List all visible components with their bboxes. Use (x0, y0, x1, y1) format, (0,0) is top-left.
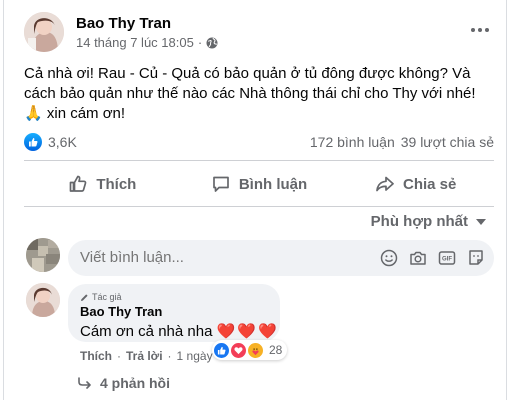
reaction-count[interactable]: 3,6K (48, 134, 77, 150)
svg-text:GIF: GIF (442, 257, 452, 263)
post-text-line3-wrap: 🙏 xin cám ơn! (24, 104, 494, 124)
comment-count[interactable]: 172 bình luận (310, 134, 395, 150)
post-card: Bao Thy Tran 14 tháng 7 lúc 18:05 · Cả n… (3, 0, 507, 400)
post-timestamp[interactable]: 14 tháng 7 lúc 18:05 (76, 35, 194, 50)
comment-meta: Thích · Trả lời · 1 ngày (80, 349, 213, 363)
camera-icon[interactable] (408, 248, 428, 268)
globe-icon (206, 37, 218, 48)
comment-author-name[interactable]: Bao Thy Tran (80, 304, 162, 319)
comment-meta-dot2: · (167, 349, 172, 363)
post-author-name[interactable]: Bao Thy Tran (76, 15, 171, 32)
post-header: Bao Thy Tran 14 tháng 7 lúc 18:05 · (24, 12, 494, 56)
comment-time[interactable]: 1 ngày (177, 349, 213, 363)
sort-label: Phù hợp nhất (370, 213, 468, 230)
comment-author-avatar[interactable] (26, 283, 60, 317)
author-avatar[interactable] (24, 12, 64, 52)
comment-label: Bình luận (238, 175, 308, 193)
share-icon (376, 176, 394, 192)
post-text-line1: Cả nhà ơi! Rau - Củ - Quả có bảo quản ở … (24, 65, 471, 82)
post-text-line3: xin cám ơn! (46, 105, 126, 122)
share-button[interactable]: Chia sẻ (337, 162, 494, 206)
author-badge-label: Tác giả (92, 292, 122, 302)
viewer-avatar (26, 238, 60, 272)
comment-like-link[interactable]: Thích (80, 349, 112, 363)
meta-separator: · (197, 35, 203, 50)
comment-composer[interactable]: GIF (68, 240, 494, 276)
reply-arrow-icon (78, 377, 91, 389)
more-icon[interactable] (466, 20, 494, 40)
pray-emoji: 🙏 (24, 105, 43, 122)
comment-message: Cám ơn cả nhà nha (80, 323, 213, 340)
divider-top (24, 160, 494, 161)
comment-meta-dot1: · (117, 349, 121, 363)
gif-icon[interactable]: GIF (437, 248, 457, 268)
caret-down-icon (476, 218, 486, 225)
divider-bottom (24, 206, 494, 207)
composer-icons: GIF (379, 248, 486, 268)
post-body: Cả nhà ơi! Rau - Củ - Quả có bảo quản ở … (24, 64, 494, 124)
comment-icon (212, 176, 229, 192)
like-button[interactable]: Thích (24, 162, 181, 206)
love-reaction-icon (231, 342, 246, 358)
share-count[interactable]: 39 lượt chia sẻ (401, 134, 494, 150)
comment-sort-dropdown[interactable]: Phù hợp nhất (371, 213, 486, 230)
comment-text: Cám ơn cả nhà nha ❤️❤️❤️ (80, 322, 279, 340)
comment-reply-link[interactable]: Trả lời (126, 349, 163, 363)
pencil-icon (81, 293, 88, 301)
post-text-line2: cách bảo quản như thế nào các Nhà thông … (24, 85, 476, 102)
replies-label: 4 phản hồi (100, 375, 170, 391)
like-label: Thích (96, 175, 137, 193)
comment-reactions[interactable]: 28 (212, 340, 288, 360)
author-badge: Tác giả (80, 292, 122, 302)
stats-right: 172 bình luận 39 lượt chia sẻ (310, 134, 494, 150)
sticker-icon[interactable] (466, 248, 486, 268)
view-replies-link[interactable]: 4 phản hồi (78, 375, 170, 391)
like-reaction-icon[interactable] (24, 133, 42, 151)
like-icon (69, 175, 87, 192)
heart-emojis: ❤️❤️❤️ (216, 323, 279, 340)
comment-reaction-count: 28 (269, 343, 283, 357)
post-stats: 3,6K 172 bình luận 39 lượt chia sẻ (24, 132, 494, 152)
comment-bubble: Tác giả Bao Thy Tran Cám ơn cả nhà nha ❤… (68, 284, 280, 342)
share-label: Chia sẻ (403, 175, 457, 193)
care-reaction-icon (248, 342, 263, 358)
like-reaction-icon (214, 342, 229, 358)
post-meta: 14 tháng 7 lúc 18:05 · (76, 35, 218, 50)
comment-input[interactable] (80, 249, 380, 266)
comment-button[interactable]: Bình luận (181, 162, 338, 206)
emoji-icon[interactable] (379, 248, 399, 268)
post-actions: Thích Bình luận Chia sẻ (24, 162, 494, 206)
